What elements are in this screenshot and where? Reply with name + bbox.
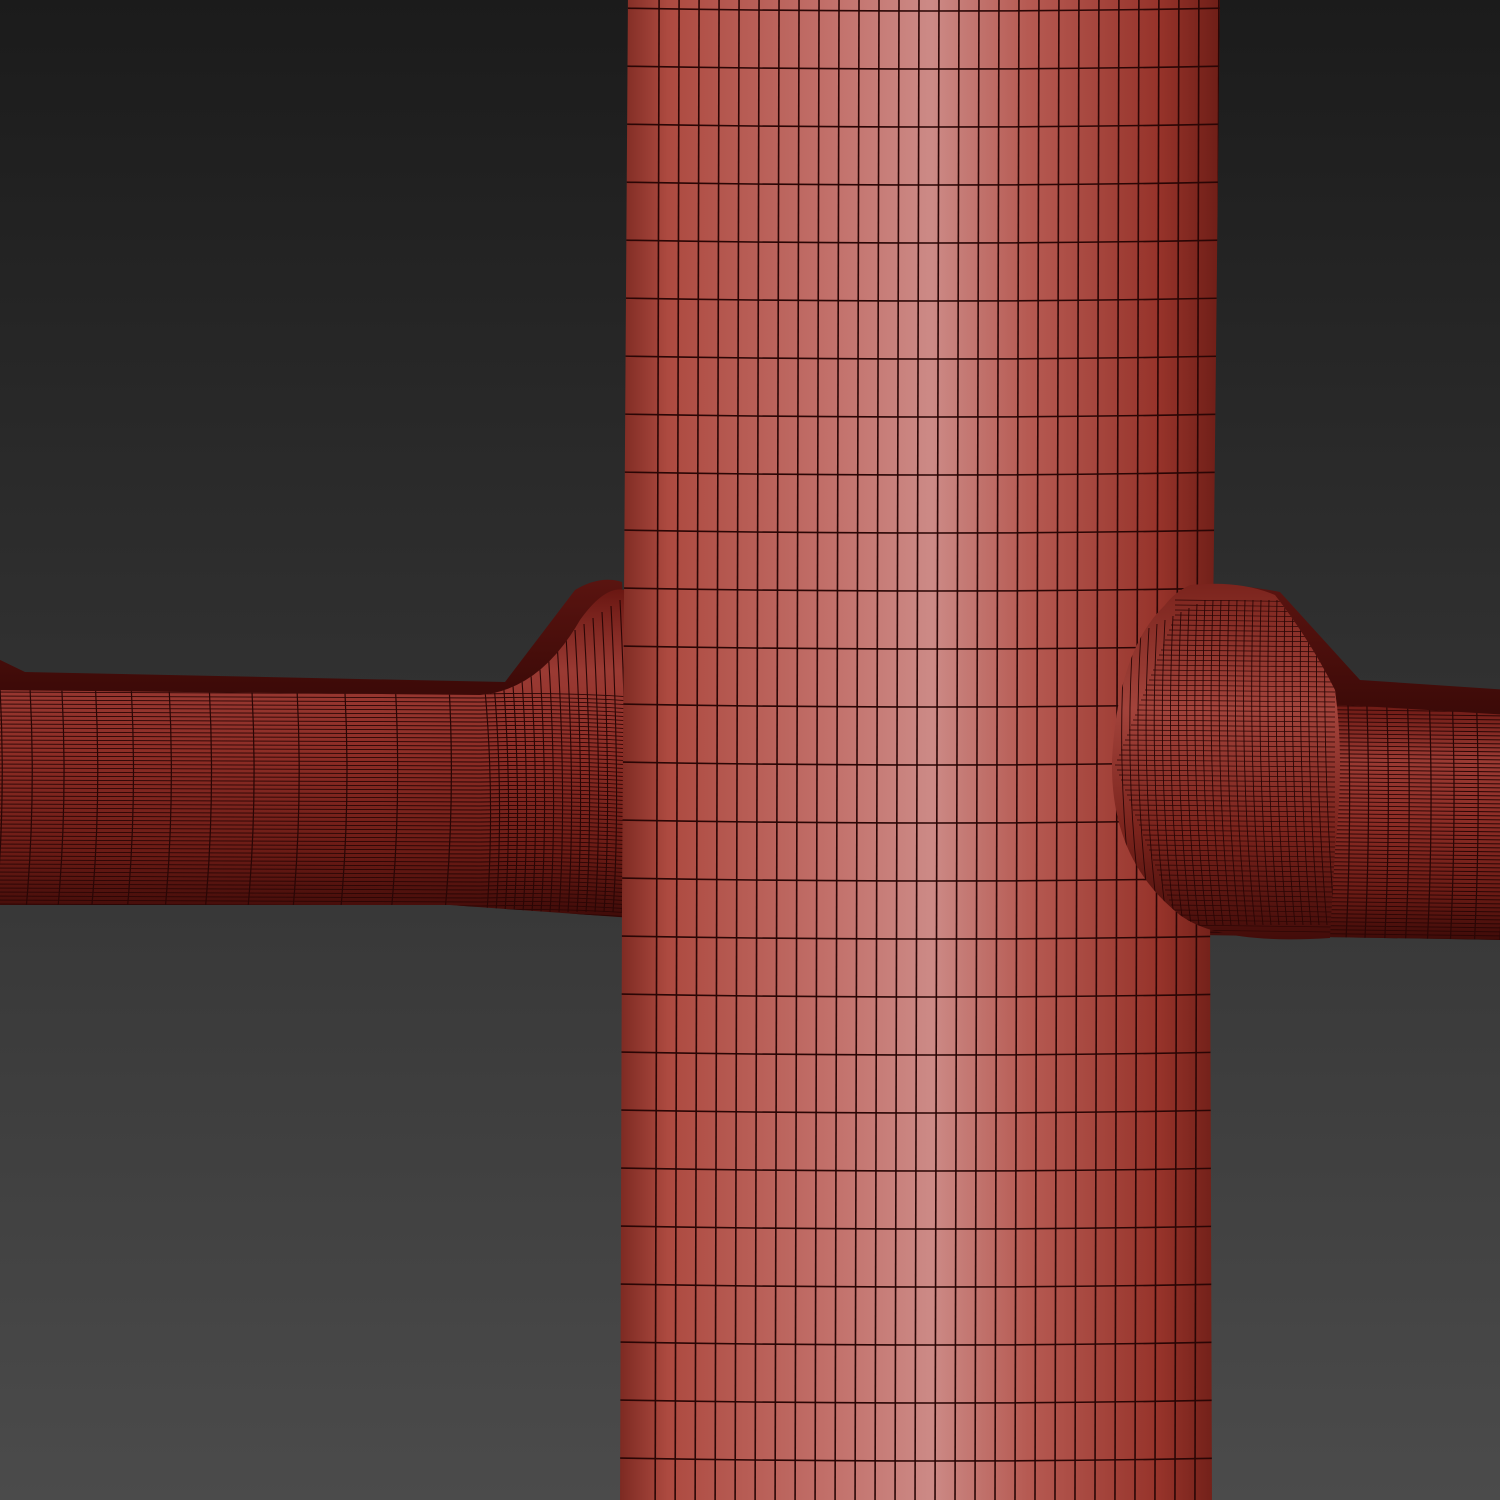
viewport-canvas[interactable] [0,0,1500,1500]
3d-viewport[interactable] [0,0,1500,1500]
